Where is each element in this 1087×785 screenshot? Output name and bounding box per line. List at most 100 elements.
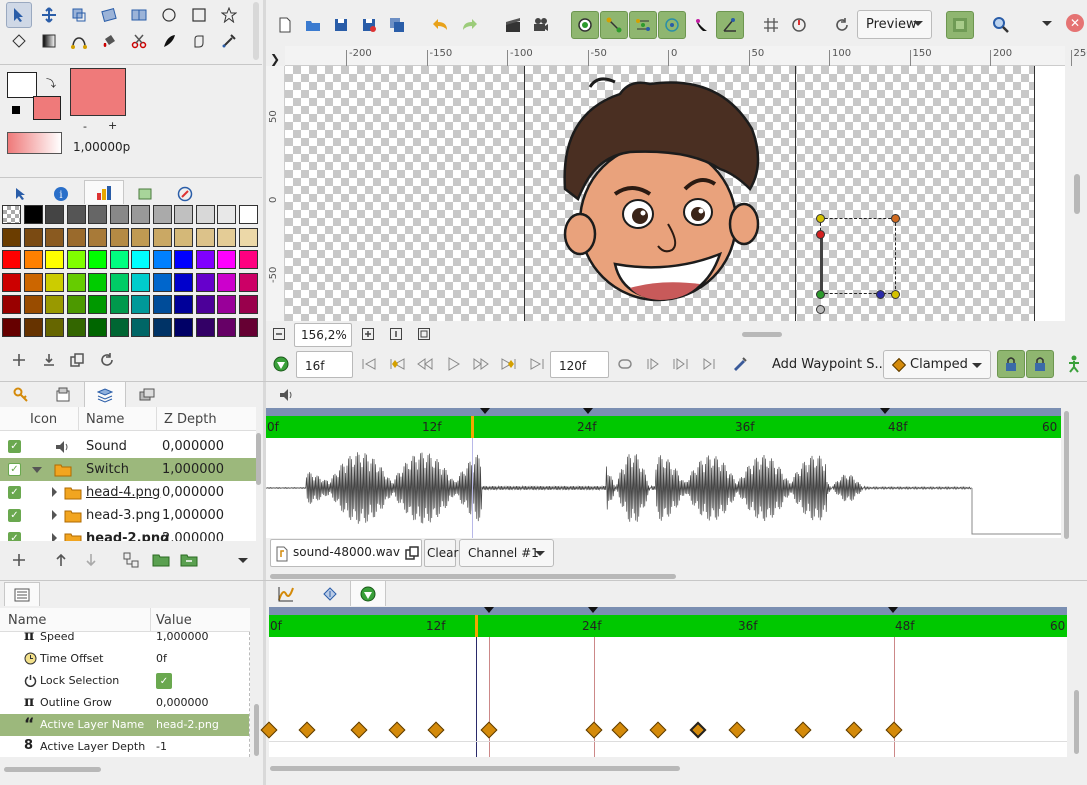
palette-swatch[interactable] [131,317,150,337]
palette-swatch[interactable] [66,205,86,224]
expander-open-icon[interactable] [32,467,42,473]
palette-swatch[interactable] [88,250,107,269]
save-icon[interactable] [328,12,354,38]
layer-visibility-checkbox[interactable]: ✓ [8,509,21,522]
position-handle-bottom[interactable] [816,305,825,314]
tab-toolbox[interactable] [8,182,34,206]
tab-library[interactable] [132,182,158,206]
layer-visibility-checkbox[interactable]: ✓ [8,486,21,499]
palette-swatch[interactable] [45,250,64,269]
palette-swatch[interactable] [109,272,129,292]
param-value[interactable]: -1 [156,740,167,753]
palette-swatch[interactable] [66,227,86,247]
waypoint-diamond[interactable] [388,721,406,739]
spline-tool-icon[interactable] [66,28,92,54]
play-icon[interactable] [440,351,466,377]
position-handle-top-right[interactable] [891,214,900,223]
palette-swatch[interactable] [174,250,193,269]
keyframe-marker[interactable] [480,408,490,414]
palette-swatch[interactable] [66,250,86,269]
params-horizontal-scrollbar[interactable] [4,767,101,772]
layer-row-switch[interactable]: ✓ Switch 1,000000 [0,458,256,481]
palette-swatch[interactable] [195,272,215,292]
seek-begin-icon[interactable] [356,351,382,377]
fill-tool-icon[interactable] [96,28,122,54]
param-value[interactable]: 1,000000 [156,632,209,643]
browse-file-icon[interactable] [405,546,419,560]
tab-canvas-browser[interactable] [132,383,162,407]
param-row-active-layer-depth[interactable]: 8 Active Layer Depth -1 [0,736,249,757]
palette-swatch[interactable] [88,272,107,292]
zoom-icon[interactable] [988,12,1014,38]
waypoint-diamond[interactable] [611,721,629,739]
brush-size-plus[interactable]: + [108,119,117,132]
show-tangent-handles-icon[interactable] [629,11,657,39]
palette-swatch[interactable] [109,317,129,337]
interpolation-dropdown[interactable]: Clamped [883,350,991,379]
palette-swatch[interactable] [238,227,258,247]
palette-swatch[interactable] [45,227,64,247]
current-time-marker[interactable] [471,416,474,438]
palette-swatch[interactable] [174,227,193,247]
waypoint-diamond[interactable] [885,721,903,739]
palette-swatch[interactable] [109,227,129,247]
palette-swatch[interactable] [23,272,43,292]
palette-swatch[interactable] [2,205,21,224]
palette-swatch[interactable] [195,227,215,247]
layer-row-head-4[interactable]: ✓ head-4.png 0,000000 [0,481,256,504]
tab-timetrack[interactable] [350,580,386,606]
seek-next-frame-icon[interactable] [468,351,494,377]
clear-sound-button[interactable]: Clear [424,539,458,567]
lock-selection-checkbox[interactable]: ✓ [156,673,172,689]
animation-figure-icon[interactable] [1061,351,1087,377]
layer-visibility-checkbox[interactable]: ✓ [8,463,21,476]
palette-swatch[interactable] [109,205,129,224]
open-file-icon[interactable] [300,12,326,38]
keyframe-marker[interactable] [583,408,593,414]
toolbar-overflow-chevron-icon[interactable] [1042,21,1052,26]
play-bounds-icon[interactable] [668,351,694,377]
palette-swatch[interactable] [238,250,258,269]
save-all-icon[interactable] [384,12,410,38]
transform-tool-icon[interactable] [6,2,32,28]
waypoint-diamond[interactable] [298,721,316,739]
sound-time-ruler[interactable]: 0f 12f 24f 36f 48f 60 [266,416,1061,438]
palette-swatch[interactable] [217,205,236,224]
eyedropper-tool-icon[interactable] [216,28,242,54]
canvas-menu-caret-icon[interactable]: ❯ [270,52,280,66]
add-waypoint-label[interactable]: Add Waypoint S... [772,357,887,372]
waypoint-diamond[interactable] [794,721,812,739]
waypoint-diamond[interactable] [480,721,498,739]
column-icon[interactable]: Icon [30,412,57,427]
show-angle-handles-icon[interactable] [716,11,744,39]
palette-swatch[interactable] [88,205,107,224]
layer-row-head-2[interactable]: ✓ head-2.png 2,000000 [0,527,256,541]
tab-curves[interactable] [268,582,304,606]
import-palette-icon[interactable] [36,347,62,373]
current-time-marker[interactable] [475,615,478,637]
keyframe-marker[interactable] [880,408,890,414]
show-radius-handles-icon[interactable] [658,11,686,39]
palette-swatch[interactable] [88,295,107,314]
zoom-out-icon[interactable] [268,323,290,345]
palette-swatch[interactable] [238,272,258,292]
refresh-palette-icon[interactable] [94,347,120,373]
tab-info[interactable]: i [48,182,74,206]
palette-swatch[interactable] [152,205,172,224]
keyframe-marker[interactable] [588,607,598,613]
angle-handle-red[interactable] [816,230,825,239]
palette-swatch[interactable] [195,295,215,314]
refresh-icon[interactable] [829,12,855,38]
palette-swatch[interactable] [152,295,172,314]
column-name[interactable]: Name [86,412,124,427]
gradient-polygon-tool-icon[interactable] [6,28,32,54]
circle-tool-icon[interactable] [156,2,182,28]
ungroup-layer-icon[interactable] [176,547,202,573]
layer-visibility-checkbox[interactable]: ✓ [8,440,21,453]
fill-color-swatch[interactable] [33,96,61,120]
palette-swatch[interactable] [152,317,172,337]
tab-sets[interactable] [48,383,78,407]
star-tool-icon[interactable] [216,2,242,28]
palette-swatch[interactable] [45,272,64,292]
param-row-speed[interactable]: π Speed 1,000000 [0,632,249,648]
